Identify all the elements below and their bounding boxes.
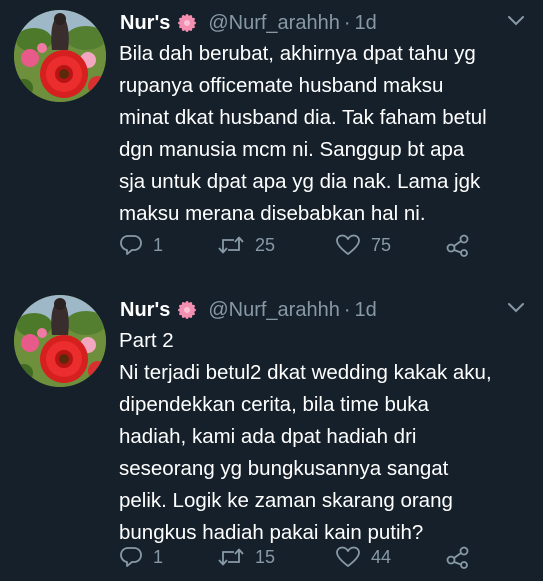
heart-icon	[335, 545, 361, 569]
tweet-text-line: dgn manusia mcm ni. Sanggup bt apa	[119, 138, 465, 161]
avatar[interactable]	[14, 295, 106, 387]
timestamp[interactable]: 1d	[354, 299, 376, 322]
author-name[interactable]: Nur's	[120, 12, 170, 35]
tweet-text-line: minat dkat husband dia. Tak faham betul	[119, 106, 487, 129]
tweet-text-line: hadiah, kami ada dpat hadiah dri	[119, 425, 417, 448]
reply-button[interactable]: 1	[119, 542, 163, 572]
tweet-text-line: Bila dah berubat, akhirnya dpat tahu yg	[119, 42, 476, 65]
share-button[interactable]	[445, 230, 471, 260]
reply-button[interactable]: 1	[119, 230, 163, 260]
author-handle[interactable]: @Nurf_arahhh	[208, 12, 339, 35]
share-button[interactable]	[445, 542, 471, 572]
tweet-text-line: pelik. Logik ke zaman skarang orang	[119, 489, 453, 512]
tweet-text-line: seseorang yg bungkusannya sangat	[119, 457, 449, 480]
tweet-actions: 1 15 44	[119, 542, 519, 572]
tweet-actions: 1 25 75	[119, 230, 519, 260]
tweet-header: Nur's @Nurf_arahhh · 1d	[120, 8, 377, 38]
share-icon	[445, 545, 471, 569]
reply-count: 1	[153, 546, 164, 567]
like-count: 44	[371, 546, 392, 567]
tweet-text-line: Part 2	[119, 329, 174, 352]
tweet[interactable]: Nur's @Nurf_arahhh · 1d Part 2 Ni terjad…	[0, 283, 543, 581]
retweet-icon	[217, 233, 245, 257]
tweet-text-line: Ni terjadi betul2 dkat wedding kakak aku…	[119, 361, 492, 384]
avatar[interactable]	[14, 10, 106, 102]
like-button[interactable]: 44	[335, 542, 391, 572]
retweet-button[interactable]: 25	[217, 230, 275, 260]
author-handle[interactable]: @Nurf_arahhh	[208, 299, 339, 322]
tweet-text: Bila dah berubat, akhirnya dpat tahu yg …	[119, 38, 534, 230]
pink-flower-icon	[176, 12, 198, 34]
share-icon	[445, 233, 471, 257]
like-count: 75	[371, 234, 392, 255]
tweet[interactable]: Nur's @Nurf_arahhh · 1d Bila dah berubat…	[0, 0, 543, 283]
avatar-image	[14, 10, 106, 102]
retweet-button[interactable]: 15	[217, 542, 275, 572]
tweet-text-line: rupanya officemate husband maksu	[119, 74, 444, 97]
tweet-text-line: dipendekkan cerita, bila time buka	[119, 393, 429, 416]
avatar-image	[14, 295, 106, 387]
tweet-text-line: sja untuk dpat apa yg dia nak. Lama jgk	[119, 170, 481, 193]
separator: ·	[343, 11, 351, 34]
chevron-down-icon[interactable]	[507, 301, 525, 313]
reply-icon	[119, 233, 143, 257]
heart-icon	[335, 233, 361, 257]
tweet-text-line: maksu merana disebabkan hal ni.	[119, 202, 426, 225]
chevron-down-icon[interactable]	[507, 14, 525, 26]
retweet-count: 15	[255, 546, 276, 567]
separator: ·	[343, 298, 351, 321]
timestamp[interactable]: 1d	[354, 12, 376, 35]
reply-icon	[119, 545, 143, 569]
retweet-icon	[217, 545, 245, 569]
tweet-text: Part 2 Ni terjadi betul2 dkat wedding ka…	[119, 325, 534, 549]
reply-count: 1	[153, 234, 164, 255]
author-name[interactable]: Nur's	[120, 299, 170, 322]
pink-flower-icon	[176, 299, 198, 321]
tweet-header: Nur's @Nurf_arahhh · 1d	[120, 295, 377, 325]
retweet-count: 25	[255, 234, 276, 255]
like-button[interactable]: 75	[335, 230, 391, 260]
